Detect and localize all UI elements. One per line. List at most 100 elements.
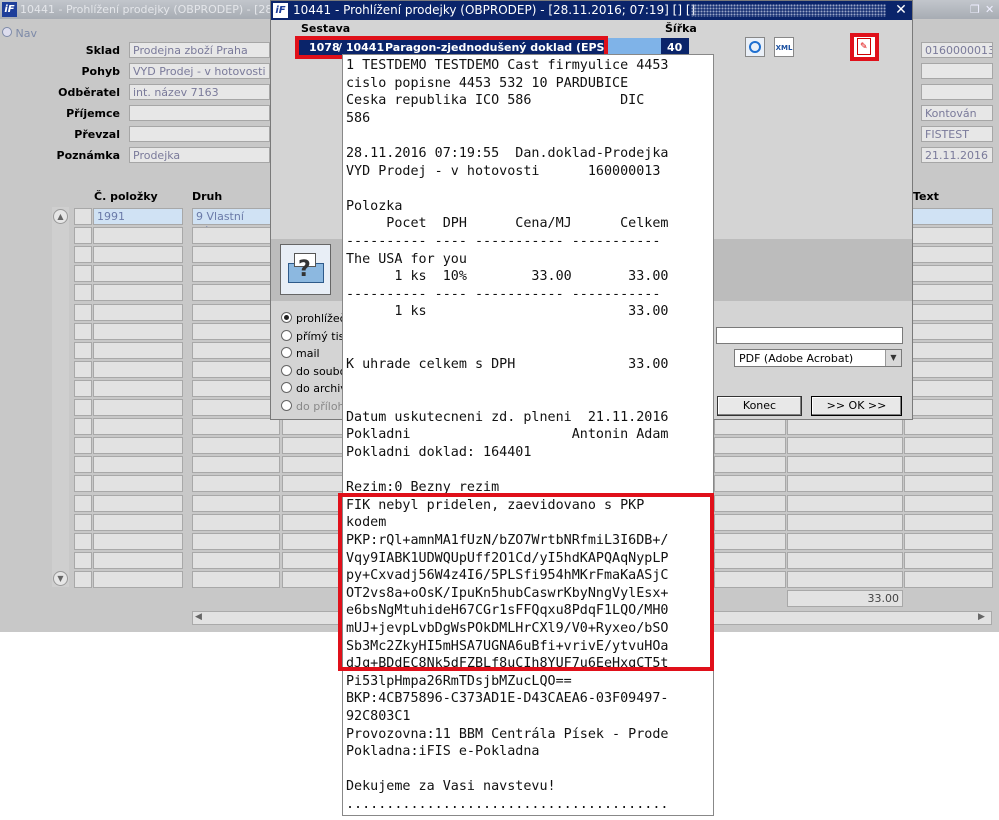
col-header-item[interactable]: Č. položky xyxy=(94,190,158,203)
grid-cell[interactable]: 1991 xyxy=(93,208,183,225)
grid-cell[interactable] xyxy=(282,437,344,455)
grid-cell[interactable] xyxy=(904,551,993,569)
cancel-button[interactable]: Konec xyxy=(717,396,802,416)
right-field[interactable] xyxy=(921,63,993,79)
grid-cell[interactable] xyxy=(93,399,183,416)
grid-cell[interactable] xyxy=(93,494,183,512)
grid-cell[interactable] xyxy=(192,551,280,569)
scroll-right-icon[interactable]: ▶ xyxy=(978,612,985,622)
grid-cell[interactable] xyxy=(93,418,183,436)
grid-cell[interactable] xyxy=(74,532,92,550)
output-option-radio[interactable]: prohlížeč xyxy=(281,311,346,326)
grid-cell[interactable] xyxy=(714,532,786,550)
field-input[interactable]: Prodejna zboží Praha xyxy=(129,42,270,58)
field-input[interactable] xyxy=(129,105,270,121)
grid-cell[interactable] xyxy=(282,494,344,512)
grid-cell[interactable] xyxy=(192,322,280,340)
grid-cell[interactable] xyxy=(74,456,92,474)
grid-cell[interactable] xyxy=(93,246,183,264)
grid-cell[interactable] xyxy=(282,570,344,588)
grid-cell[interactable] xyxy=(787,513,903,531)
grid-cell[interactable] xyxy=(904,456,993,474)
right-field[interactable]: Kontován xyxy=(921,105,993,121)
grid-cell[interactable] xyxy=(74,303,92,321)
grid-cell[interactable] xyxy=(192,341,280,359)
ie-icon[interactable] xyxy=(745,37,765,57)
grid-cell[interactable] xyxy=(192,494,280,512)
grid-cell[interactable] xyxy=(192,360,280,378)
grid-cell[interactable] xyxy=(74,513,92,531)
grid-cell[interactable] xyxy=(192,418,280,436)
close-icon[interactable]: ✕ xyxy=(985,0,994,19)
grid-cell[interactable] xyxy=(714,418,786,436)
grid-cell[interactable] xyxy=(904,360,993,378)
grid-cell[interactable] xyxy=(93,360,183,378)
grid-cell[interactable] xyxy=(192,532,280,550)
vertical-scrollbar[interactable]: ▲ ▼ xyxy=(52,207,69,587)
grid-cell[interactable] xyxy=(282,456,344,474)
nav-button[interactable]: Nav xyxy=(2,27,37,40)
scroll-up-icon[interactable]: ▲ xyxy=(53,209,68,224)
scroll-left-icon[interactable]: ◀ xyxy=(195,612,202,622)
grid-cell[interactable] xyxy=(192,379,280,397)
grid-cell[interactable] xyxy=(192,570,280,588)
grid-cell[interactable] xyxy=(93,437,183,455)
restore-icon[interactable]: ❐ xyxy=(970,0,980,19)
grid-cell[interactable] xyxy=(787,551,903,569)
grid-cell[interactable] xyxy=(714,475,786,493)
grid-cell[interactable] xyxy=(93,379,183,397)
grid-cell[interactable] xyxy=(904,513,993,531)
grid-cell[interactable] xyxy=(904,475,993,493)
grid-cell[interactable] xyxy=(192,399,280,416)
grid-cell[interactable] xyxy=(714,513,786,531)
grid-cell[interactable] xyxy=(74,418,92,436)
grid-cell[interactable] xyxy=(787,475,903,493)
grid-cell[interactable] xyxy=(74,399,92,416)
grid-cell[interactable] xyxy=(192,227,280,245)
field-input[interactable]: int. název 7163 xyxy=(129,84,270,100)
scroll-down-icon[interactable]: ▼ xyxy=(53,571,68,586)
grid-cell[interactable] xyxy=(93,513,183,531)
grid-cell[interactable] xyxy=(93,456,183,474)
grid-cell[interactable] xyxy=(74,265,92,283)
grid-cell[interactable] xyxy=(93,227,183,245)
grid-cell[interactable] xyxy=(787,456,903,474)
grid-cell[interactable] xyxy=(904,265,993,283)
grid-cell[interactable] xyxy=(192,513,280,531)
grid-cell[interactable] xyxy=(74,379,92,397)
grid-cell[interactable] xyxy=(714,456,786,474)
grid-cell[interactable] xyxy=(282,418,344,436)
grid-cell[interactable] xyxy=(904,570,993,588)
format-select[interactable]: PDF (Adobe Acrobat) ▼ xyxy=(734,349,902,367)
col-header-type[interactable]: Druh xyxy=(192,190,222,203)
grid-cell[interactable] xyxy=(74,284,92,302)
grid-cell[interactable] xyxy=(192,246,280,264)
grid-cell[interactable] xyxy=(787,418,903,436)
grid-cell[interactable] xyxy=(282,532,344,550)
grid-cell[interactable] xyxy=(904,322,993,340)
field-input[interactable]: Prodejka xyxy=(129,147,270,163)
xml-icon[interactable]: XML xyxy=(774,37,794,57)
field-input[interactable]: VYD Prodej - v hotovosti xyxy=(129,63,270,79)
right-field[interactable]: 21.11.2016 xyxy=(921,147,993,163)
output-option-radio[interactable]: do soubor xyxy=(281,364,351,379)
grid-cell[interactable] xyxy=(787,532,903,550)
grid-cell[interactable] xyxy=(192,284,280,302)
grid-cell[interactable] xyxy=(74,360,92,378)
grid-cell[interactable] xyxy=(714,570,786,588)
grid-cell[interactable]: 9 Vlastní výrobk xyxy=(192,208,280,238)
grid-cell[interactable] xyxy=(93,551,183,569)
grid-cell[interactable] xyxy=(93,475,183,493)
grid-cell[interactable] xyxy=(787,437,903,455)
grid-cell[interactable] xyxy=(93,284,183,302)
grid-cell[interactable] xyxy=(74,437,92,455)
grid-cell[interactable] xyxy=(74,551,92,569)
grid-cell[interactable] xyxy=(787,494,903,512)
grid-cell[interactable] xyxy=(74,494,92,512)
grid-cell[interactable] xyxy=(93,341,183,359)
grid-cell[interactable] xyxy=(904,341,993,359)
grid-cell[interactable] xyxy=(192,456,280,474)
grid-cell[interactable] xyxy=(904,532,993,550)
grid-cell[interactable] xyxy=(282,513,344,531)
col-header-text[interactable]: Text xyxy=(913,190,939,203)
